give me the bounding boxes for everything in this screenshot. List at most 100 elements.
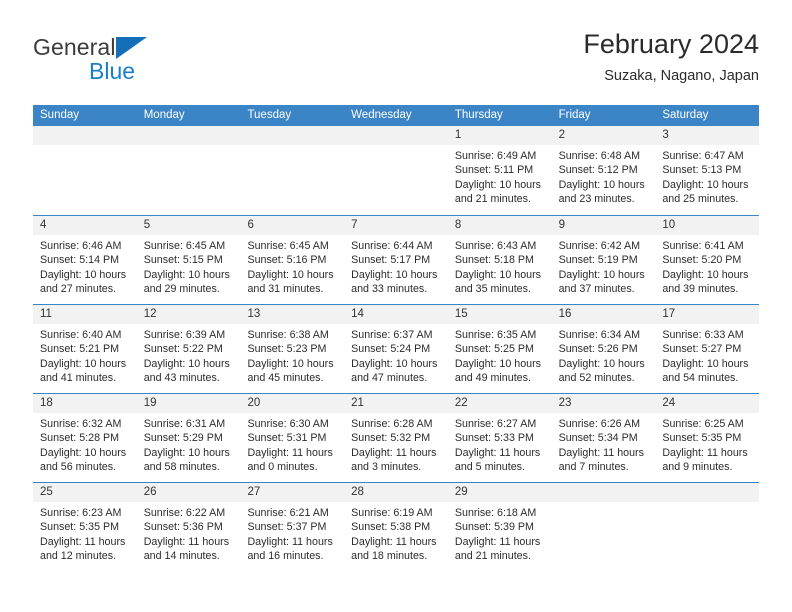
day-number-band: 23 <box>551 394 656 413</box>
day-detail-line: and 41 minutes. <box>40 372 117 385</box>
day-detail-line: Sunset: 5:12 PM <box>558 164 638 177</box>
day-details <box>552 502 656 506</box>
calendar-week-row: 1 Sunrise: 6:49 AM Sunset: 5:11 PM Daylight… <box>33 126 760 215</box>
calendar-day-cell[interactable]: 17 Sunrise: 6:33 AM Sunset: 5:27 PM Dayligh… <box>655 305 760 393</box>
day-detail-line: Sunrise: 6:43 AM <box>454 240 537 252</box>
calendar-day-cell[interactable]: 23 Sunrise: 6:26 AM Sunset: 5:34 PM Dayligh… <box>551 394 656 482</box>
day-detail-line: Sunrise: 6:39 AM <box>143 329 226 341</box>
day-number-band: 21 <box>344 394 448 413</box>
weekday-header-friday: Friday <box>558 109 591 121</box>
calendar-day-cell[interactable]: 18 Sunrise: 6:32 AM Sunset: 5:28 PM Dayligh… <box>33 394 137 482</box>
day-detail-line: and 58 minutes. <box>143 461 220 474</box>
day-detail-line: Sunset: 5:16 PM <box>247 254 327 267</box>
day-number: 17 <box>662 308 676 320</box>
calendar-day-cell[interactable]: 11 Sunrise: 6:40 AM Sunset: 5:21 PM Dayligh… <box>33 305 137 393</box>
day-details <box>33 145 137 149</box>
day-detail-line: Daylight: 11 hours <box>351 446 437 459</box>
day-number: 23 <box>558 397 572 409</box>
calendar-day-cell[interactable]: 5 Sunrise: 6:45 AM Sunset: 5:15 PM Daylight… <box>136 216 241 304</box>
calendar-day-cell[interactable]: 28 Sunrise: 6:19 AM Sunset: 5:38 PM Dayligh… <box>344 483 448 571</box>
calendar-day-cell[interactable]: 3 Sunrise: 6:47 AM Sunset: 5:13 PM Daylight… <box>655 126 760 215</box>
day-details: Sunrise: 6:46 AM Sunset: 5:14 PM Daylight:… <box>33 235 137 297</box>
day-detail-line: Sunset: 5:18 PM <box>454 254 534 267</box>
day-detail-line: Sunset: 5:22 PM <box>143 343 223 356</box>
day-detail-line: Daylight: 10 hours <box>143 357 230 370</box>
day-details: Sunrise: 6:34 AM Sunset: 5:26 PM Daylight:… <box>552 324 656 386</box>
day-detail-line: Daylight: 10 hours <box>558 178 645 191</box>
calendar-day-cell[interactable]: 8 Sunrise: 6:43 AM Sunset: 5:18 PM Daylight… <box>447 216 552 304</box>
day-number: 24 <box>662 397 676 409</box>
day-detail-line: Daylight: 10 hours <box>247 268 334 281</box>
day-number-band: 14 <box>344 305 448 324</box>
day-detail-line: Sunset: 5:39 PM <box>454 521 534 534</box>
day-detail-line: Sunset: 5:33 PM <box>454 432 534 445</box>
calendar-day-cell[interactable]: 29 Sunrise: 6:18 AM Sunset: 5:39 PM Dayligh… <box>447 483 552 571</box>
calendar-day-cell[interactable]: 1 Sunrise: 6:49 AM Sunset: 5:11 PM Daylight… <box>447 126 552 215</box>
day-details: Sunrise: 6:47 AM Sunset: 5:13 PM Daylight:… <box>655 145 759 207</box>
calendar-day-cell[interactable]: 6 Sunrise: 6:45 AM Sunset: 5:16 PM Daylight… <box>240 216 345 304</box>
calendar-day-cell[interactable]: 2 Sunrise: 6:48 AM Sunset: 5:12 PM Daylight… <box>551 126 656 215</box>
calendar-day-cell[interactable]: 12 Sunrise: 6:39 AM Sunset: 5:22 PM Dayligh… <box>136 305 241 393</box>
day-detail-line: Daylight: 11 hours <box>351 535 437 548</box>
day-detail-line: and 0 minutes. <box>247 461 318 474</box>
calendar-day-cell[interactable]: 4 Sunrise: 6:46 AM Sunset: 5:14 PM Daylight… <box>33 216 137 304</box>
day-detail-line: Sunset: 5:13 PM <box>662 164 742 177</box>
day-number: 15 <box>454 308 468 320</box>
day-details: Sunrise: 6:45 AM Sunset: 5:15 PM Daylight:… <box>137 235 241 297</box>
day-details: Sunrise: 6:35 AM Sunset: 5:25 PM Daylight:… <box>448 324 552 386</box>
day-detail-line: and 33 minutes. <box>351 283 428 296</box>
calendar-day-cell[interactable]: 14 Sunrise: 6:37 AM Sunset: 5:24 PM Dayligh… <box>344 305 448 393</box>
day-number-band: 29 <box>447 483 552 502</box>
day-detail-line: Sunrise: 6:33 AM <box>662 329 744 341</box>
weekday-header-saturday: Saturday <box>662 109 709 121</box>
day-detail-line: and 31 minutes. <box>247 283 324 296</box>
day-number: 22 <box>454 397 468 409</box>
day-number-band: 27 <box>240 483 345 502</box>
day-detail-line: and 39 minutes. <box>662 283 739 296</box>
day-details: Sunrise: 6:39 AM Sunset: 5:22 PM Daylight:… <box>137 324 241 386</box>
day-number-band <box>344 126 448 145</box>
day-detail-line: Sunset: 5:14 PM <box>40 254 120 267</box>
calendar-day-cell[interactable]: 22 Sunrise: 6:27 AM Sunset: 5:33 PM Dayligh… <box>447 394 552 482</box>
calendar-day-cell[interactable]: 9 Sunrise: 6:42 AM Sunset: 5:19 PM Daylight… <box>551 216 656 304</box>
day-number-band: 8 <box>447 216 552 235</box>
day-detail-line: and 18 minutes. <box>351 550 428 563</box>
calendar-day-cell[interactable]: 19 Sunrise: 6:31 AM Sunset: 5:29 PM Dayligh… <box>136 394 241 482</box>
day-detail-line: and 7 minutes. <box>558 461 629 474</box>
calendar-day-cell[interactable]: 21 Sunrise: 6:28 AM Sunset: 5:32 PM Dayligh… <box>344 394 448 482</box>
calendar-day-cell[interactable]: 20 Sunrise: 6:30 AM Sunset: 5:31 PM Dayligh… <box>240 394 345 482</box>
day-details: Sunrise: 6:21 AM Sunset: 5:37 PM Daylight:… <box>240 502 344 564</box>
day-details <box>137 145 241 149</box>
calendar-day-cell[interactable]: 16 Sunrise: 6:34 AM Sunset: 5:26 PM Dayligh… <box>551 305 656 393</box>
calendar-day-cell[interactable]: 13 Sunrise: 6:38 AM Sunset: 5:23 PM Dayligh… <box>240 305 345 393</box>
day-detail-line: and 16 minutes. <box>247 550 324 563</box>
day-detail-line: Sunset: 5:21 PM <box>40 343 120 356</box>
day-detail-line: and 12 minutes. <box>40 550 117 563</box>
day-details <box>655 502 759 506</box>
calendar-day-cell[interactable]: 7 Sunrise: 6:44 AM Sunset: 5:17 PM Daylight… <box>344 216 448 304</box>
day-detail-line: Sunset: 5:25 PM <box>454 343 534 356</box>
day-number-band: 7 <box>344 216 448 235</box>
day-number: 9 <box>558 219 565 231</box>
calendar-day-cell[interactable]: 24 Sunrise: 6:25 AM Sunset: 5:35 PM Dayligh… <box>655 394 760 482</box>
calendar-cell-empty <box>551 483 656 571</box>
day-number-band: 6 <box>240 216 345 235</box>
day-detail-line: and 37 minutes. <box>558 283 635 296</box>
day-detail-line: and 35 minutes. <box>454 283 531 296</box>
calendar-day-cell[interactable]: 10 Sunrise: 6:41 AM Sunset: 5:20 PM Dayligh… <box>655 216 760 304</box>
calendar-day-cell[interactable]: 26 Sunrise: 6:22 AM Sunset: 5:36 PM Dayligh… <box>136 483 241 571</box>
day-details: Sunrise: 6:44 AM Sunset: 5:17 PM Daylight:… <box>344 235 448 297</box>
general-blue-logo[interactable]: General Blue <box>33 34 213 92</box>
day-detail-line: Sunrise: 6:22 AM <box>143 507 226 519</box>
day-number-band <box>240 126 345 145</box>
calendar-day-cell[interactable]: 15 Sunrise: 6:35 AM Sunset: 5:25 PM Dayligh… <box>447 305 552 393</box>
day-detail-line: and 25 minutes. <box>662 193 739 206</box>
day-detail-line: and 54 minutes. <box>662 372 739 385</box>
day-detail-line: Sunrise: 6:45 AM <box>143 240 226 252</box>
calendar-day-cell[interactable]: 25 Sunrise: 6:23 AM Sunset: 5:35 PM Dayligh… <box>33 483 137 571</box>
calendar-day-cell[interactable]: 27 Sunrise: 6:21 AM Sunset: 5:37 PM Dayligh… <box>240 483 345 571</box>
day-number: 16 <box>558 308 572 320</box>
day-detail-line: Sunrise: 6:26 AM <box>558 418 640 430</box>
calendar-grid: Sunday Monday Tuesday Wednesday Thursday Frid… <box>33 105 760 571</box>
day-detail-line: and 9 minutes. <box>662 461 733 474</box>
